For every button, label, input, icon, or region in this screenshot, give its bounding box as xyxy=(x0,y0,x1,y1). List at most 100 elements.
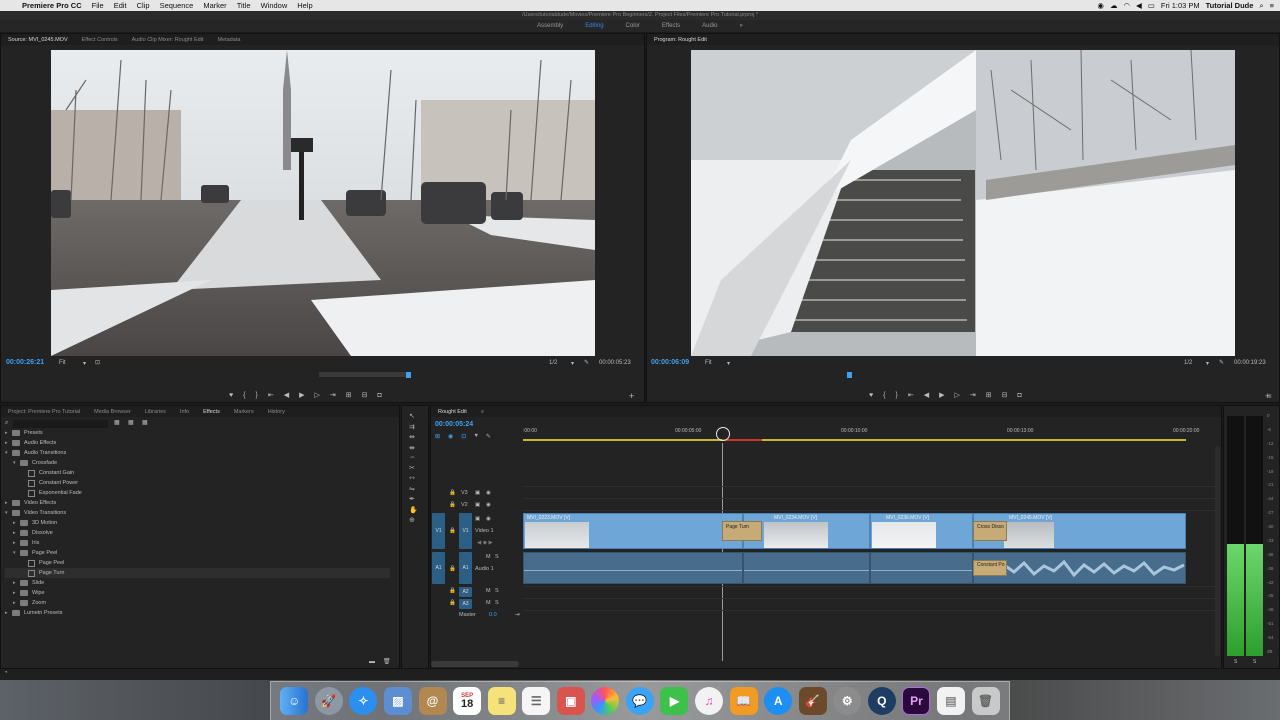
effects-tree-item[interactable]: ▸ Lumetri Presets xyxy=(5,608,390,618)
reminders-icon[interactable]: ☰ xyxy=(522,687,551,715)
tab-effects[interactable]: Effects xyxy=(196,409,227,415)
new-bin-icon[interactable]: ▬ xyxy=(369,659,375,665)
menu-sequence[interactable]: Sequence xyxy=(160,1,194,10)
mark-in-icon[interactable]: { xyxy=(243,392,245,399)
effects-tree-item[interactable]: Page Peel xyxy=(5,558,390,568)
program-video-frame[interactable] xyxy=(691,50,1235,356)
effects-tree-item[interactable]: ▾ Crossfade xyxy=(5,458,390,468)
menu-edit[interactable]: Edit xyxy=(114,1,127,10)
sequence-menu-icon[interactable]: ≡ xyxy=(474,409,491,415)
effects-tree-item[interactable]: ▾ Audio Transitions xyxy=(5,448,390,458)
finder-icon[interactable]: ☺ xyxy=(280,687,309,715)
tab-metadata[interactable]: Metadata xyxy=(210,37,247,43)
spotlight-icon[interactable]: ⌕ xyxy=(1259,1,1263,11)
mute-button[interactable]: M xyxy=(486,588,491,594)
32bit-effects-icon[interactable]: ▦ xyxy=(128,419,134,426)
snap-icon[interactable]: ◉ xyxy=(448,433,453,440)
effects-search-input[interactable] xyxy=(13,420,108,428)
go-to-in-icon[interactable]: ⇤ xyxy=(268,391,274,399)
source-a1-patch[interactable]: A1 xyxy=(432,552,445,584)
effects-tree-item[interactable]: Page Turn xyxy=(5,568,390,578)
tab-source[interactable]: Source: MVI_0245.MOV xyxy=(1,37,75,43)
program-step-forward-icon[interactable]: ▷ xyxy=(955,391,960,399)
app-store-icon[interactable]: A xyxy=(764,687,793,715)
workspace-assembly[interactable]: Assembly xyxy=(526,23,574,29)
video-clip[interactable]: MVI_0223.MOV [V] xyxy=(523,513,743,549)
timeline-playhead-icon[interactable] xyxy=(716,427,730,441)
program-mark-in-icon[interactable]: { xyxy=(883,392,885,399)
extract-icon[interactable]: ⊟ xyxy=(1002,391,1008,399)
effects-tree-item[interactable]: ▸ Audio Effects xyxy=(5,438,390,448)
effects-tree-item[interactable]: Exponential Fade xyxy=(5,488,390,498)
menu-title[interactable]: Title xyxy=(237,1,251,10)
selection-tool-icon[interactable]: ↖ xyxy=(409,412,418,420)
pen-tool-icon[interactable]: ✒ xyxy=(409,495,418,503)
effects-tree-item[interactable]: ▸ 3D Motion xyxy=(5,518,390,528)
effects-tree-item[interactable]: ▸ Dissolve xyxy=(5,528,390,538)
step-forward-icon[interactable]: ▷ xyxy=(315,391,320,399)
workspace-color[interactable]: Color xyxy=(615,23,651,29)
effects-tree-item[interactable]: ▸ Zoom xyxy=(5,598,390,608)
program-timecode[interactable]: 00:00:06:09 xyxy=(651,359,689,366)
tab-effect-controls[interactable]: Effect Controls xyxy=(75,37,125,43)
messages-icon[interactable]: 💬 xyxy=(625,687,654,715)
program-go-to-in-icon[interactable]: ⇤ xyxy=(908,391,914,399)
razor-tool-icon[interactable]: ✂ xyxy=(409,464,418,472)
disclosure-open-icon[interactable]: ▾ xyxy=(5,448,12,458)
effects-tree-item[interactable]: Constant Power xyxy=(5,478,390,488)
eye-icon[interactable]: ◉ xyxy=(486,502,491,508)
volume-icon[interactable]: ◀ xyxy=(1136,1,1142,10)
source-playhead-icon[interactable] xyxy=(406,372,411,378)
film-icon[interactable]: ▣ xyxy=(475,490,480,496)
disclosure-open-icon[interactable]: ▾ xyxy=(13,548,20,558)
track-area[interactable]: MVI_0223.MOV [V] MVI_0234.MOV [V] MVI_02… xyxy=(523,486,1217,621)
film-icon[interactable]: ▣ xyxy=(475,502,480,508)
rolling-edit-tool-icon[interactable]: ⇼ xyxy=(409,444,418,452)
workspace-editing[interactable]: Editing xyxy=(574,23,614,29)
workspace-audio[interactable]: Audio xyxy=(691,23,728,29)
photo-booth-icon[interactable]: ▣ xyxy=(556,687,585,715)
play-icon[interactable]: ▶ xyxy=(299,391,304,399)
source-settings-icon[interactable]: ⊡ xyxy=(95,359,100,366)
solo-button[interactable]: S xyxy=(495,554,499,560)
tab-audio-clip-mixer[interactable]: Audio Clip Mixer: Rought Edit xyxy=(125,37,211,43)
photos-icon[interactable] xyxy=(591,687,620,715)
lock-icon[interactable]: 🔒 xyxy=(449,490,456,496)
mute-button[interactable]: M xyxy=(486,600,491,606)
program-mark-out-icon[interactable]: } xyxy=(896,392,898,399)
menu-window[interactable]: Window xyxy=(261,1,288,10)
export-frame-icon[interactable]: ◘ xyxy=(378,392,382,399)
film-icon[interactable]: ▣ xyxy=(475,516,480,522)
video-clip[interactable]: MVI_0234.MOV [V] xyxy=(743,513,870,549)
program-scrub-bar[interactable] xyxy=(651,372,1275,378)
record-icon[interactable]: ◉ xyxy=(1097,1,1104,10)
program-export-frame-icon[interactable]: ◘ xyxy=(1018,392,1022,399)
user-name[interactable]: Tutorial Dude xyxy=(1206,1,1254,10)
slide-tool-icon[interactable]: ⇋ xyxy=(409,485,418,493)
disclosure-closed-icon[interactable]: ▸ xyxy=(13,528,20,538)
tab-media-browser[interactable]: Media Browser xyxy=(87,409,138,415)
ibooks-icon[interactable]: 📖 xyxy=(729,687,758,715)
program-fit-select[interactable]: Fit xyxy=(705,360,712,366)
tab-history[interactable]: History xyxy=(261,409,292,415)
preview-icon[interactable]: ▨ xyxy=(383,687,412,715)
audio-transition-constant-power[interactable]: Constant Po xyxy=(973,560,1007,576)
source-fit-chevron-icon[interactable]: ▾ xyxy=(83,360,86,367)
effects-tree-item[interactable]: Constant Gain xyxy=(5,468,390,478)
effects-tree-item[interactable]: ▾ Video Transitions xyxy=(5,508,390,518)
launchpad-icon[interactable]: 🚀 xyxy=(314,687,343,715)
effects-tree-item[interactable]: ▸ Presets xyxy=(5,428,390,438)
program-resolution-chevron-icon[interactable]: ▾ xyxy=(1206,360,1209,367)
meter-solo-right[interactable]: S xyxy=(1253,659,1256,665)
go-to-end-icon[interactable]: ⇥ xyxy=(515,612,520,618)
menu-marker[interactable]: Marker xyxy=(203,1,226,10)
add-marker-icon[interactable]: ♥ xyxy=(229,392,233,399)
audio-clip[interactable] xyxy=(523,552,743,584)
timeline-timecode[interactable]: 00:00:05:24 xyxy=(435,421,473,428)
tab-program[interactable]: Program: Rought Edit xyxy=(647,37,714,43)
premiere-icon[interactable]: Pr xyxy=(902,687,931,715)
source-wrench-icon[interactable]: ✎ xyxy=(584,359,589,366)
disclosure-closed-icon[interactable]: ▸ xyxy=(5,438,12,448)
disclosure-closed-icon[interactable]: ▸ xyxy=(13,578,20,588)
clock[interactable]: Fri 1:03 PM xyxy=(1161,1,1200,10)
